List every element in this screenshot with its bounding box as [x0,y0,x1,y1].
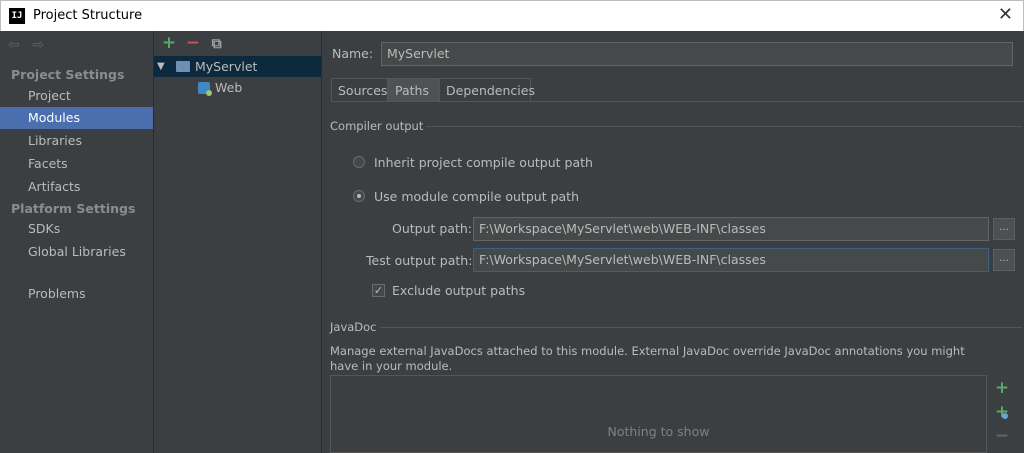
section-title-project-settings: Project Settings [11,67,125,82]
radio-module-output[interactable] [353,190,365,202]
expand-caret-icon[interactable]: ▼ [157,56,165,77]
radio-inherit-label: Inherit project compile output path [374,155,593,170]
compiler-output-title: Compiler output [330,119,424,133]
sidebar-item-modules[interactable]: Modules [0,107,153,129]
forward-arrow-icon[interactable]: ⇨ [32,37,44,53]
tab-divider [331,101,1024,102]
sidebar-item-problems[interactable]: Problems [0,283,153,305]
section-title-platform-settings: Platform Settings [11,201,136,216]
copy-icon[interactable]: ⧉ [207,35,227,53]
test-output-path-browse-button[interactable]: ... [993,249,1015,271]
sidebar-item-libraries[interactable]: Libraries [0,130,153,152]
exclude-output-label: Exclude output paths [392,283,526,298]
sidebar-item-sdks[interactable]: SDKs [0,218,153,240]
sidebar-item-project[interactable]: Project [0,85,153,107]
sidebar-item-global-libraries[interactable]: Global Libraries [0,241,153,263]
javadoc-list[interactable]: Nothing to show [330,375,987,453]
add-icon[interactable]: + [159,34,179,52]
nav-arrows: ⇦ ⇨ [8,37,52,53]
javadoc-toolbar: + + − [990,377,1014,449]
name-label: Name: [332,46,374,61]
module-name-field[interactable]: MyServlet [381,42,1013,66]
tab-dependencies[interactable]: Dependencies [439,78,535,101]
tree-node-myservlet[interactable]: ▼ MyServlet [154,56,321,77]
radio-inherit-output[interactable] [353,156,365,168]
tree-node-label: MyServlet [195,59,258,74]
add-url-glyph: + [994,402,1010,422]
sidebar-item-facets[interactable]: Facets [0,153,153,175]
module-settings-panel: Name: MyServlet Sources Paths Dependenci… [322,31,1024,453]
exclude-output-checkbox[interactable]: ✓ [372,284,385,297]
test-output-path-field[interactable]: F:\Workspace\MyServlet\web\WEB-INF\class… [473,248,989,272]
window-title: Project Structure [33,8,143,23]
tab-sources[interactable]: Sources [331,78,388,101]
group-divider [380,327,1022,328]
back-arrow-icon[interactable]: ⇦ [8,37,20,53]
test-output-path-label: Test output path: [366,253,473,268]
close-icon[interactable]: ✕ [998,5,1013,25]
output-path-field[interactable]: F:\Workspace\MyServlet\web\WEB-INF\class… [473,217,989,241]
remove-icon[interactable]: − [183,34,203,52]
intellij-icon: IJ [9,8,25,24]
add-javadoc-icon[interactable]: + [990,377,1014,401]
javadoc-description: Manage external JavaDocs attached to thi… [330,344,965,373]
module-tree-panel: + − ⧉ ▼ MyServlet Web [154,31,322,453]
tree-toolbar: + − ⧉ [159,34,227,54]
tree-node-label: Web [215,80,243,95]
url-globe-icon [1002,413,1008,419]
javadoc-title: JavaDoc [330,320,377,334]
tab-paths[interactable]: Paths [388,78,439,101]
radio-module-label: Use module compile output path [374,189,580,204]
output-path-label: Output path: [392,221,473,236]
add-javadoc-url-icon[interactable]: + [990,401,1014,425]
web-facet-icon [198,82,212,96]
sidebar-item-artifacts[interactable]: Artifacts [0,176,153,198]
settings-sidebar: ⇦ ⇨ Project Settings Project Modules Lib… [0,31,154,453]
empty-list-message: Nothing to show [607,424,710,439]
group-divider [426,126,1022,127]
title-bar: IJ Project Structure ✕ [0,0,1024,32]
tree-node-web[interactable]: Web [154,77,321,98]
module-folder-icon [176,61,190,72]
output-path-browse-button[interactable]: ... [993,218,1015,240]
remove-javadoc-icon[interactable]: − [990,425,1014,449]
